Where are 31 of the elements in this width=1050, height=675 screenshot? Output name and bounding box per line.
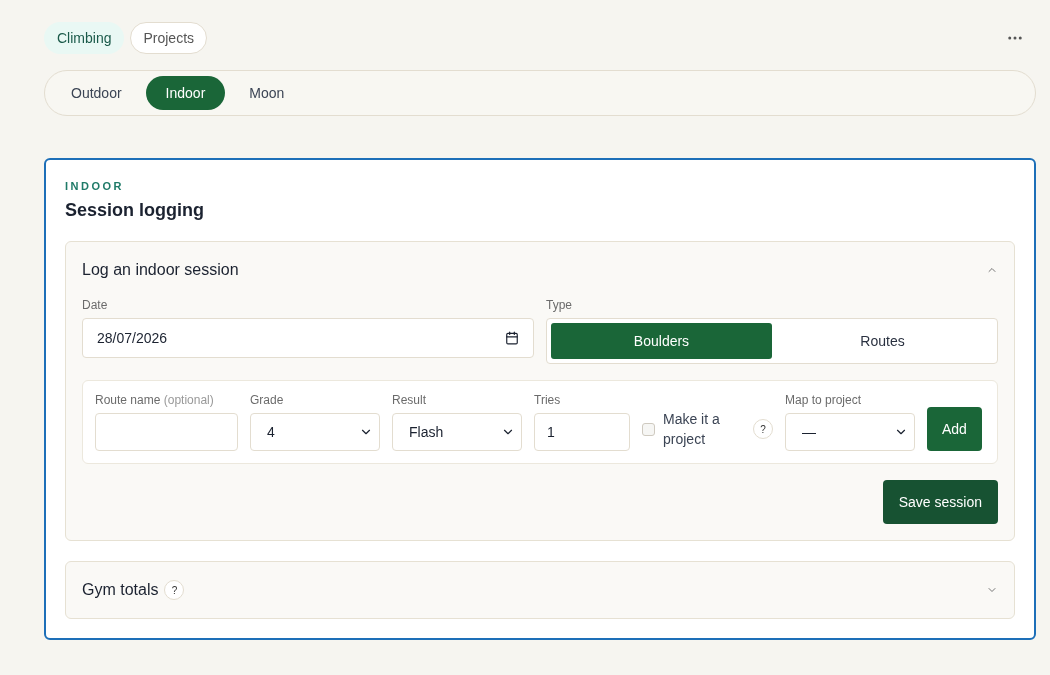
field-label: Date <box>82 298 109 312</box>
field-label: Map to project <box>785 393 863 407</box>
card-eyebrow: INDOOR <box>65 180 125 192</box>
checkbox[interactable] <box>642 422 655 436</box>
segment-tab[interactable]: Indoor <box>145 76 226 110</box>
save-button[interactable]: Save session <box>882 480 998 524</box>
section-title: Gym totals <box>82 581 159 599</box>
checkbox-label: Make it a project <box>663 410 721 449</box>
section-title: Log an indoor session <box>82 261 239 279</box>
type-option[interactable]: Boulders <box>551 323 772 359</box>
tries-field[interactable]: 1 <box>534 413 630 451</box>
segment-tab[interactable]: Outdoor <box>51 76 142 110</box>
grade-select[interactable]: 4 <box>250 413 380 451</box>
field-label: Tries <box>534 393 562 407</box>
field-label: Grade <box>250 393 285 407</box>
route-name-field[interactable] <box>95 413 238 451</box>
add-button[interactable]: Add <box>927 407 982 451</box>
project-select[interactable]: — <box>785 413 915 451</box>
help-badge[interactable]: ? <box>164 580 185 600</box>
help-badge[interactable]: ? <box>753 419 773 439</box>
type-option[interactable]: Routes <box>772 323 993 359</box>
nav-tab[interactable]: Projects <box>130 22 208 54</box>
date-field[interactable]: 28/07/2026 <box>82 318 534 358</box>
nav-tab[interactable]: Climbing <box>44 22 125 54</box>
calendar-icon[interactable] <box>505 331 519 345</box>
segment-tab[interactable]: Moon <box>229 76 305 110</box>
field-label: Result <box>392 393 427 407</box>
card-title: Session logging <box>65 200 205 221</box>
result-select[interactable]: Flash <box>392 413 522 451</box>
field-label: Type <box>546 298 573 312</box>
field-label: Route name (optional) <box>95 393 215 407</box>
